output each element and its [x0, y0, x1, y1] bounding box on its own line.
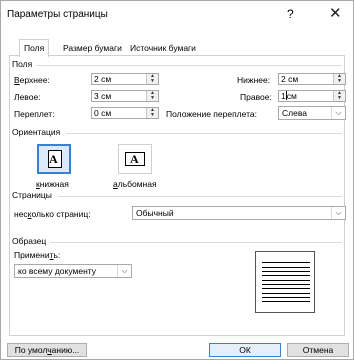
spinner-arrows[interactable]: ▲ ▼ — [146, 74, 158, 84]
landscape-label: альбомная — [113, 179, 157, 189]
chevron-down-icon[interactable]: ⌵ — [331, 107, 345, 119]
preview-line — [262, 284, 310, 285]
gutter-position-value: Слева — [282, 108, 307, 118]
group-divider — [50, 242, 342, 243]
tab-margins[interactable]: Поля — [19, 39, 50, 57]
spinner-arrows[interactable]: ▲ ▼ — [146, 91, 158, 101]
close-icon[interactable]: ✕ — [329, 4, 342, 22]
multiple-pages-value: Обычный — [136, 208, 174, 218]
portrait-letter: A — [49, 152, 58, 166]
bottom-margin-value: 2 см — [281, 74, 299, 84]
top-margin-value: 2 см — [94, 74, 112, 84]
spinner-arrows[interactable]: ▲ ▼ — [333, 74, 345, 84]
group-divider — [36, 65, 342, 66]
pages-group-label: Страницы — [12, 190, 52, 200]
spin-down-icon[interactable]: ▼ — [334, 79, 345, 84]
spinner-arrows[interactable]: ▲ ▼ — [333, 91, 345, 101]
multiple-pages-select[interactable]: Обычный ⌵ — [132, 206, 346, 220]
apply-to-label: Применить: — [14, 250, 61, 260]
chevron-down-icon[interactable]: ⌵ — [331, 207, 345, 219]
spin-down-icon[interactable]: ▼ — [147, 96, 158, 101]
gutter-spinner[interactable]: 0 см ▲ ▼ — [91, 107, 159, 119]
group-divider — [66, 133, 342, 134]
orientation-group-label: Ориентация — [12, 127, 61, 137]
title-bar: Параметры страницы ? ✕ — [1, 1, 353, 29]
preview-line — [262, 275, 310, 276]
bottom-margin-label: Нижнее: — [237, 75, 271, 85]
landscape-button[interactable]: A — [118, 144, 152, 174]
left-margin-label: Левое: — [14, 92, 41, 102]
preview-line — [262, 271, 310, 272]
left-margin-spinner[interactable]: 3 см ▲ ▼ — [91, 90, 159, 102]
help-icon[interactable]: ? — [287, 7, 294, 21]
spin-down-icon[interactable]: ▼ — [334, 96, 345, 101]
apply-to-select[interactable]: ко всему документу ⌵ — [14, 264, 132, 278]
page-setup-dialog: Параметры страницы ? ✕ Поля Размер бумаг… — [0, 0, 354, 360]
preview-line — [262, 280, 310, 281]
chevron-down-icon[interactable]: ⌵ — [117, 265, 131, 277]
multiple-pages-label: несколько страниц: — [14, 209, 91, 219]
tab-paper-source[interactable]: Источник бумаги — [126, 42, 200, 56]
portrait-button[interactable]: A — [37, 144, 71, 174]
top-margin-spinner[interactable]: 2 см ▲ ▼ — [91, 73, 159, 85]
page-preview — [233, 249, 337, 315]
right-margin-label: Правое: — [240, 92, 272, 102]
group-divider — [58, 196, 342, 197]
set-default-button[interactable]: По умолчанию... — [7, 343, 87, 357]
spinner-arrows[interactable]: ▲ ▼ — [146, 108, 158, 118]
spin-down-icon[interactable]: ▼ — [147, 79, 158, 84]
preview-line — [262, 297, 310, 298]
landscape-letter: A — [130, 152, 139, 166]
spin-down-icon[interactable]: ▼ — [147, 113, 158, 118]
right-margin-value: 1см — [281, 91, 297, 101]
top-margin-label: Верхнее: — [14, 75, 50, 85]
ok-button[interactable]: ОК — [209, 343, 281, 357]
preview-line — [262, 288, 310, 289]
margins-group-label: Поля — [12, 59, 33, 69]
preview-line — [262, 262, 310, 263]
apply-to-value: ко всему документу — [18, 266, 97, 276]
gutter-label: Переплет: — [14, 109, 55, 119]
bottom-margin-spinner[interactable]: 2 см ▲ ▼ — [278, 73, 346, 85]
tab-strip: Поля Размер бумаги Источник бумаги — [9, 39, 345, 57]
cancel-button[interactable]: Отмена — [287, 343, 349, 357]
tab-paper-size[interactable]: Размер бумаги — [59, 42, 126, 56]
gutter-position-label: Положение переплета: — [166, 109, 257, 119]
portrait-label: книжная — [36, 179, 69, 189]
right-margin-spinner[interactable]: 1см ▲ ▼ — [278, 90, 346, 102]
preview-line — [262, 301, 310, 302]
preview-sheet — [255, 251, 315, 313]
left-margin-value: 3 см — [94, 91, 112, 101]
dialog-title: Параметры страницы — [7, 9, 108, 20]
gutter-position-select[interactable]: Слева ⌵ — [278, 106, 346, 120]
sample-group-label: Образец — [12, 236, 47, 246]
preview-line — [262, 293, 310, 294]
gutter-value: 0 см — [94, 108, 112, 118]
preview-line — [262, 267, 310, 268]
